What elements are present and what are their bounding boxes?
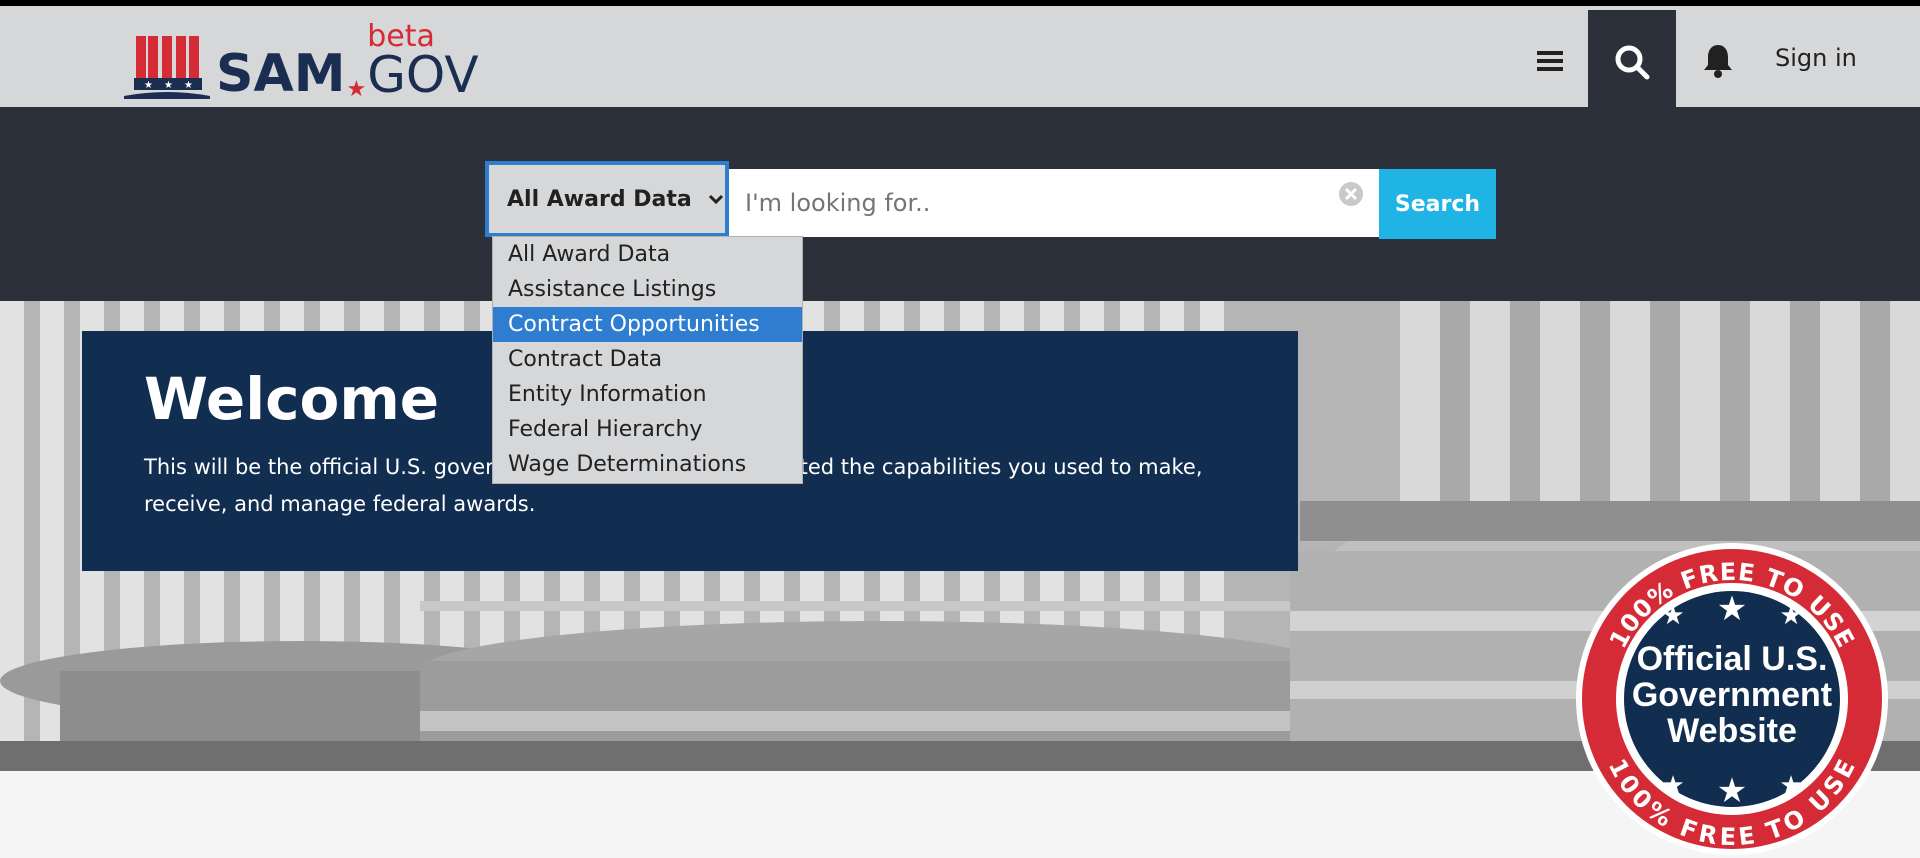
logo-gov-label: GOV xyxy=(367,46,479,104)
star-icon: ★ xyxy=(1661,770,1684,800)
welcome-title: Welcome xyxy=(144,365,440,433)
search-input[interactable] xyxy=(729,169,1379,237)
dropdown-option-highlighted[interactable]: Contract Opportunities xyxy=(493,307,802,342)
chevron-down-icon xyxy=(708,194,723,205)
dropdown-option[interactable]: Federal Hierarchy xyxy=(493,412,802,447)
official-website-badge: 100% FREE TO USE 100% FREE TO USE ★ ★ ★ … xyxy=(1576,543,1888,855)
dropdown-option[interactable]: Entity Information xyxy=(493,377,802,412)
site-header: ★ ★ ★ SAM ★ beta GOV Sign in xyxy=(0,0,1920,113)
search-button[interactable]: Search xyxy=(1379,169,1496,239)
dropdown-option[interactable]: Contract Data xyxy=(493,342,802,377)
clear-icon[interactable] xyxy=(1338,181,1364,207)
logo-gov-text: beta GOV xyxy=(367,22,478,101)
scope-selected-label: All Award Data xyxy=(507,186,692,212)
star-icon: ★ xyxy=(1779,770,1802,800)
star-icon: ★ xyxy=(1717,772,1747,810)
star-icon: ★ xyxy=(1661,600,1684,630)
hat-logo-icon: ★ ★ ★ xyxy=(124,36,210,99)
svg-text:★: ★ xyxy=(144,80,153,91)
dropdown-option[interactable]: Assistance Listings xyxy=(493,272,802,307)
logo-sam-text: SAM xyxy=(216,44,346,104)
logo-star-icon: ★ xyxy=(346,76,367,101)
hamburger-icon xyxy=(1537,51,1563,71)
header-search-button[interactable] xyxy=(1588,10,1676,113)
logo-beta-text: beta xyxy=(367,19,435,54)
notifications-button[interactable] xyxy=(1686,26,1750,96)
search-band: All Award Data Search xyxy=(0,107,1920,301)
star-icon: ★ xyxy=(1717,590,1747,628)
badge-line3: Website xyxy=(1667,712,1797,750)
page: ★ ★ ★ SAM ★ beta GOV Sign in All Award D… xyxy=(0,0,1920,858)
scope-dropdown-list: All Award Data Assistance Listings Contr… xyxy=(492,236,803,484)
search-icon xyxy=(1615,45,1650,79)
badge-line2: Government xyxy=(1632,676,1832,714)
search-scope-select[interactable]: All Award Data xyxy=(485,161,729,237)
dropdown-option[interactable]: Wage Determinations xyxy=(493,447,802,482)
dropdown-option[interactable]: All Award Data xyxy=(493,237,802,272)
badge-line1: Official U.S. xyxy=(1637,640,1828,678)
sign-in-link[interactable]: Sign in xyxy=(1775,44,1857,72)
svg-text:★: ★ xyxy=(164,80,173,91)
sam-logo[interactable]: ★ ★ ★ SAM ★ beta GOV xyxy=(122,20,479,100)
bell-icon xyxy=(1704,45,1732,78)
star-icon: ★ xyxy=(1779,600,1802,630)
svg-text:★: ★ xyxy=(184,80,193,91)
menu-button[interactable] xyxy=(1522,26,1578,96)
